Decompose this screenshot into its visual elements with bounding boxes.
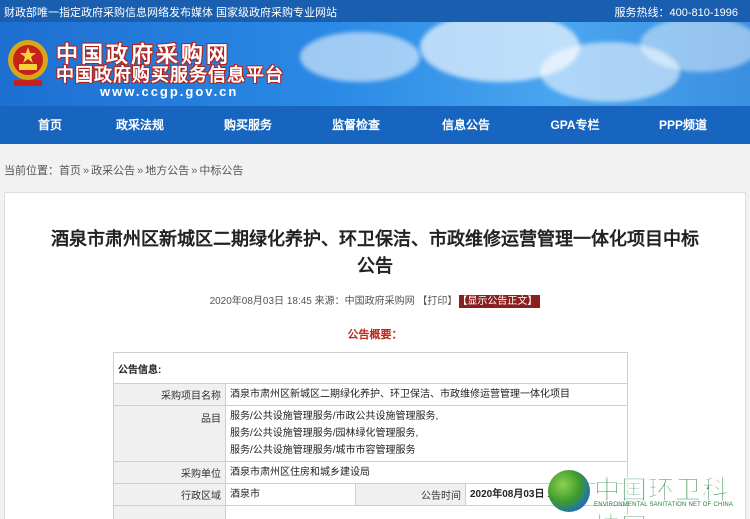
watermark-name: 中国环卫科技网 [594,475,730,519]
table-row: 采购项目名称 酒泉市肃州区新城区二期绿化养护、环卫保洁、市政维修运营管理一体化项… [113,383,628,406]
table-row: 品目 服务/公共设施管理服务/市政公共设施管理服务, 服务/公共设施管理服务/园… [113,405,628,462]
breadcrumb-separator: » [191,165,198,177]
nav-item-purchase-services[interactable]: 购买服务 [198,106,298,144]
breadcrumb-link-award[interactable]: 中标公告 [199,165,243,177]
category-line: 服务/公共设施管理服务/园林绿化管理服务, [230,428,419,439]
nav-item-home[interactable]: 首页 [0,106,100,144]
nav-item-supervision[interactable]: 监督检查 [306,106,406,144]
show-full-text-button[interactable]: 【显示公告正文】 [459,295,541,308]
national-emblem-icon [8,40,48,86]
article-meta-text: 2020年08月03日 18:45 来源：中国政府采购网 【打印】 [209,296,458,307]
breadcrumb-separator: » [137,165,144,177]
table-value: 酒泉市 [225,483,356,506]
nav-item-ppp[interactable]: PPP频道 [633,106,733,144]
main-nav: 首页 政采法规 购买服务 监督检查 信息公告 GPA专栏 PPP频道 [0,106,750,144]
site-notice: 财政部唯一指定政府采购信息网络发布媒体 国家级政府采购专业网站 [4,7,338,19]
service-hotline: 服务热线：400-810-1996 [614,7,738,19]
top-notice-bar: 财政部唯一指定政府采购信息网络发布媒体 国家级政府采购专业网站 服务热线：400… [0,0,750,22]
table-label: 采购项目名称 [113,383,226,406]
article-meta: 2020年08月03日 18:45 来源：中国政府采购网 【打印】 【显示公告正文… [0,292,750,308]
globe-leaf-icon [548,470,590,512]
breadcrumb-link-announcements[interactable]: 政采公告 [91,165,135,177]
breadcrumb-link-local[interactable]: 地方公告 [145,165,189,177]
table-value: 服务/公共设施管理服务/市政公共设施管理服务, 服务/公共设施管理服务/园林绿化… [225,405,628,462]
table-label: 公告时间 [355,483,466,506]
cloud-decoration [300,32,420,82]
nav-item-gpa[interactable]: GPA专栏 [525,106,625,144]
table-value: 酒泉市肃州区新城区二期绿化养护、环卫保洁、市政维修运营管理一体化项目 [225,383,628,406]
category-line: 服务/公共设施管理服务/市政公共设施管理服务, [230,411,439,422]
site-url: www.ccgp.gov.cn [100,84,239,99]
breadcrumb: 当前位置：首页» 政采公告» 地方公告» 中标公告 [0,144,750,192]
category-line: 服务/公共设施管理服务/城市市容管理服务 [230,445,416,456]
nav-item-regulations[interactable]: 政采法规 [90,106,190,144]
breadcrumb-link-home[interactable]: 首页 [59,165,81,177]
breadcrumb-separator: » [83,165,90,177]
breadcrumb-prefix: 当前位置： [4,165,59,177]
summary-heading: 公告概要： [347,329,403,341]
site-banner: 中国政府采购网 中国政府购买服务信息平台 www.ccgp.gov.cn [0,22,750,106]
table-label [113,505,226,519]
watermark-english: ENVIRONMENTAL SANITATION NET OF CHINA [594,502,734,508]
table-row: 公告信息: [113,352,628,384]
table-header: 公告信息: [113,352,628,384]
table-label: 行政区域 [113,483,226,506]
article-title-line: 酒泉市肃州区新城区二期绿化养护、环卫保洁、市政维修运营管理一体化项目中标 [51,229,699,249]
table-label: 采购单位 [113,461,226,484]
watermark-logo: 中国环卫科技网 ENVIRONMENTAL SANITATION NET OF … [548,468,748,519]
table-label: 品目 [113,405,226,462]
article-title-line: 公告 [357,256,393,276]
nav-item-announcements[interactable]: 信息公告 [416,106,516,144]
article-title: 酒泉市肃州区新城区二期绿化养护、环卫保洁、市政维修运营管理一体化项目中标 公告 [0,226,750,280]
